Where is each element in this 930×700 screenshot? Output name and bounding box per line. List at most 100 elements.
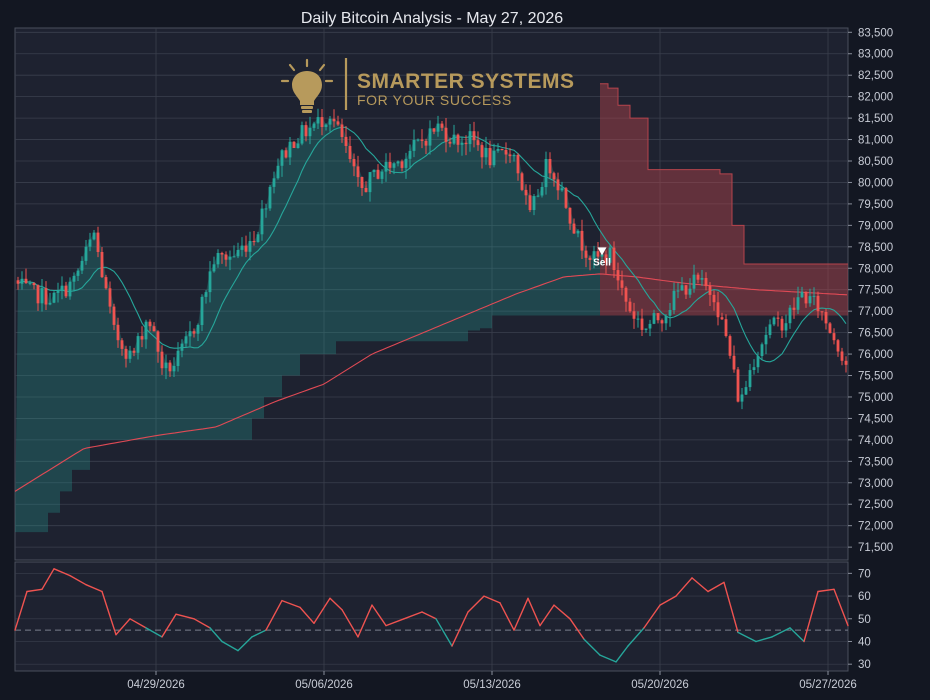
candle-body [616, 270, 620, 281]
candle-body [200, 296, 204, 325]
candle-body [88, 239, 92, 247]
candle-body [568, 207, 572, 224]
candle-body [516, 154, 520, 174]
candle-body [728, 336, 732, 356]
candle-body [108, 288, 112, 307]
candle-body [824, 312, 828, 324]
candle-body [768, 324, 772, 335]
candle-body [36, 285, 40, 304]
candle-body [452, 134, 456, 144]
candle-body [180, 343, 184, 351]
candle-body [196, 325, 200, 334]
candle-body [152, 326, 156, 332]
candle-body [632, 311, 636, 319]
candle-body [328, 118, 332, 125]
candle-body [184, 336, 188, 344]
candle-body [684, 285, 688, 295]
candle-body [428, 128, 432, 146]
candle-body [576, 230, 580, 234]
candle-body [160, 351, 164, 369]
candle-body [244, 245, 248, 252]
candle-body [748, 370, 752, 388]
price-tick-label: 77,000 [858, 306, 893, 318]
candle-body [472, 131, 476, 141]
candle-body [44, 288, 48, 305]
candle [828, 321, 832, 334]
date-tick-label: 05/13/2026 [463, 679, 521, 691]
candle-body [564, 188, 568, 208]
candle-body [572, 223, 576, 234]
candle-body [284, 150, 288, 158]
candle-body [436, 123, 440, 132]
candle-body [228, 256, 232, 260]
candle-body [656, 313, 660, 321]
candle-body [332, 118, 336, 122]
candle-body [448, 141, 452, 144]
candle-body [204, 292, 208, 297]
candle-body [476, 140, 480, 146]
candle-body [404, 158, 408, 168]
price-tick-label: 83,000 [858, 49, 893, 61]
candle-body [660, 320, 664, 324]
candle-body [524, 189, 528, 196]
candle-body [704, 278, 708, 287]
price-tick-label: 81,000 [858, 135, 893, 147]
candle-body [344, 136, 348, 146]
candle-body [208, 271, 212, 293]
candle-body [552, 173, 556, 180]
candle [52, 291, 56, 304]
rsi-tick-label: 60 [858, 591, 871, 603]
logo-line2: FOR YOUR SUCCESS [357, 92, 512, 108]
candle-body [460, 142, 464, 145]
candle-body [16, 280, 20, 284]
candle-body [740, 394, 744, 402]
candle-body [140, 336, 144, 340]
candle-body [668, 310, 672, 316]
candle-body [652, 313, 656, 324]
candle-body [696, 274, 700, 280]
candle-body [468, 131, 472, 145]
candle-body [492, 150, 496, 166]
candle-body [520, 173, 524, 190]
candle-body [148, 321, 152, 327]
candle-body [264, 208, 268, 210]
candle-body [804, 291, 808, 304]
candle-body [792, 307, 796, 310]
candle-body [380, 171, 384, 179]
price-tick-label: 74,000 [858, 435, 893, 447]
candle-body [268, 186, 272, 209]
candle-body [364, 188, 368, 193]
price-tick-label: 74,500 [858, 413, 893, 425]
candle-body [68, 281, 72, 297]
date-tick-label: 05/06/2026 [295, 679, 353, 691]
price-tick-label: 73,000 [858, 478, 893, 490]
candle-body [112, 306, 116, 325]
candle [564, 187, 568, 209]
candle-body [136, 336, 140, 353]
candle-body [788, 307, 792, 324]
candle-body [188, 331, 192, 337]
candle-body [316, 117, 320, 124]
candle-body [432, 128, 436, 132]
candle-body [628, 301, 632, 312]
candle-body [400, 161, 404, 168]
candle-body [60, 285, 64, 291]
candle-body [780, 318, 784, 331]
candle-body [688, 288, 692, 295]
candle-body [580, 230, 584, 251]
candle-body [384, 161, 388, 172]
candle-body [828, 323, 832, 334]
candle-body [172, 366, 176, 372]
candle-body [548, 159, 552, 174]
candle-body [324, 124, 328, 127]
candle-body [232, 256, 236, 258]
candle-body [496, 149, 500, 151]
candle-body [368, 172, 372, 193]
candle-body [356, 166, 360, 178]
candle-body [348, 146, 352, 159]
candle-body [444, 127, 448, 142]
candle-body [536, 195, 540, 197]
candle-body [800, 291, 804, 298]
candle-body [388, 161, 392, 168]
price-tick-label: 81,500 [858, 113, 893, 125]
